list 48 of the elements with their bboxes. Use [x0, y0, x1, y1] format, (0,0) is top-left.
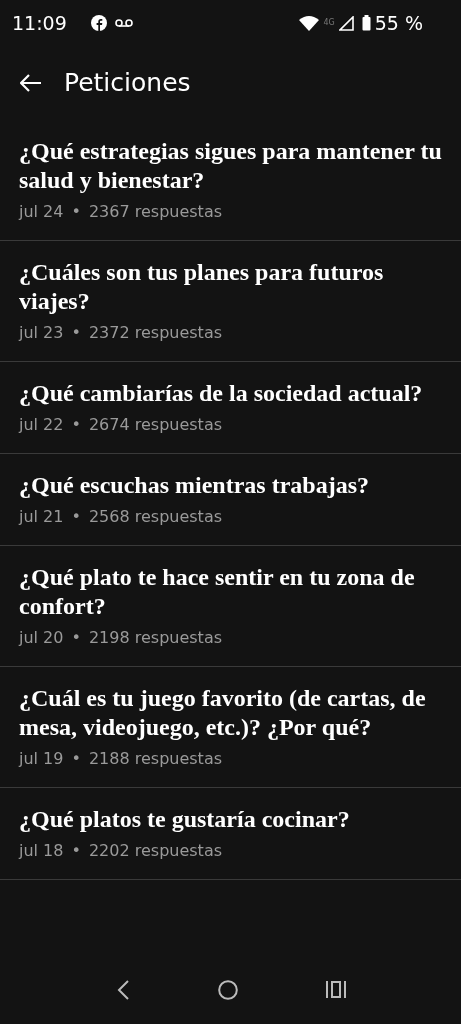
separator-dot: •	[71, 840, 81, 862]
back-arrow-icon[interactable]	[20, 74, 42, 92]
prompt-date: jul 19	[19, 748, 64, 770]
prompt-item[interactable]: ¿Qué platos te gustaría cocinar? jul 18 • 2202 respuestas	[0, 788, 461, 880]
prompt-item[interactable]: ¿Cuáles son tus planes para futuros viajes? jul 23 • 2372 respuestas	[0, 241, 461, 362]
signal-icon	[338, 15, 354, 31]
prompt-title: ¿Qué plato te hace sentir en tu zona de confort?	[19, 563, 416, 621]
prompt-item[interactable]: ¿Qué estrategias sigues para mantener tu salud y bienestar? jul 24 • 2367 respuestas	[0, 120, 461, 241]
answer-count: 2674 respuestas	[88, 414, 223, 436]
voicemail-icon	[114, 18, 133, 28]
recent-apps-icon[interactable]	[325, 981, 346, 998]
prompt-title: ¿Qué platos te gustaría cocinar?	[19, 805, 351, 834]
prompt-title: ¿Cuál es tu juego favorito (de cartas, de mesa, videojuego, etc.)? ¿Por qué?	[19, 684, 427, 742]
separator-dot: •	[71, 506, 81, 528]
separator-dot: •	[71, 414, 81, 436]
answer-count: 2372 respuestas	[88, 322, 223, 344]
screen-title: Peticiones	[64, 67, 191, 100]
prompt-item[interactable]: ¿Qué cambiarías de la sociedad actual? jul 22 • 2674 respuestas	[0, 362, 461, 454]
prompt-title: ¿Cuáles son tus planes para futuros viajes?	[19, 258, 385, 316]
answer-count: 2198 respuestas	[88, 627, 223, 649]
answer-count: 2367 respuestas	[88, 201, 223, 223]
separator-dot: •	[71, 201, 81, 223]
answer-count: 2568 respuestas	[88, 506, 223, 528]
prompt-title: ¿Qué estrategias sigues para mantener tu salud y bienestar?	[19, 137, 443, 195]
prompt-title: ¿Qué escuchas mientras trabajas?	[19, 471, 370, 500]
separator-dot: •	[71, 748, 81, 770]
battery-level: 55 %	[374, 10, 423, 36]
prompt-date: jul 24	[19, 201, 64, 223]
battery-icon	[361, 15, 371, 31]
home-icon[interactable]	[217, 979, 238, 1000]
answer-count: 2202 respuestas	[88, 840, 223, 862]
prompt-date: jul 18	[19, 840, 64, 862]
back-icon[interactable]	[115, 979, 130, 1000]
facebook-icon	[90, 15, 107, 31]
prompt-item[interactable]: ¿Qué escuchas mientras trabajas? jul 21 • 2568 respuestas	[0, 454, 461, 546]
separator-dot: •	[71, 322, 81, 344]
answer-count: 2188 respuestas	[88, 748, 223, 770]
prompt-item[interactable]: ¿Cuál es tu juego favorito (de cartas, de mesa, videojuego, etc.)? ¿Por qué? jul 19 • 2188 respuestas	[0, 667, 461, 788]
network-type: 4G	[323, 19, 335, 27]
wifi-icon	[299, 15, 320, 31]
prompt-title: ¿Qué cambiarías de la sociedad actual?	[19, 379, 424, 408]
separator-dot: •	[71, 627, 81, 649]
prompt-item[interactable]: ¿Qué plato te hace sentir en tu zona de confort? jul 20 • 2198 respuestas	[0, 546, 461, 667]
prompt-date: jul 21	[19, 506, 64, 528]
prompt-date: jul 22	[19, 414, 64, 436]
prompt-date: jul 23	[19, 322, 64, 344]
status-time: 11:09	[12, 10, 67, 36]
prompt-date: jul 20	[19, 627, 64, 649]
